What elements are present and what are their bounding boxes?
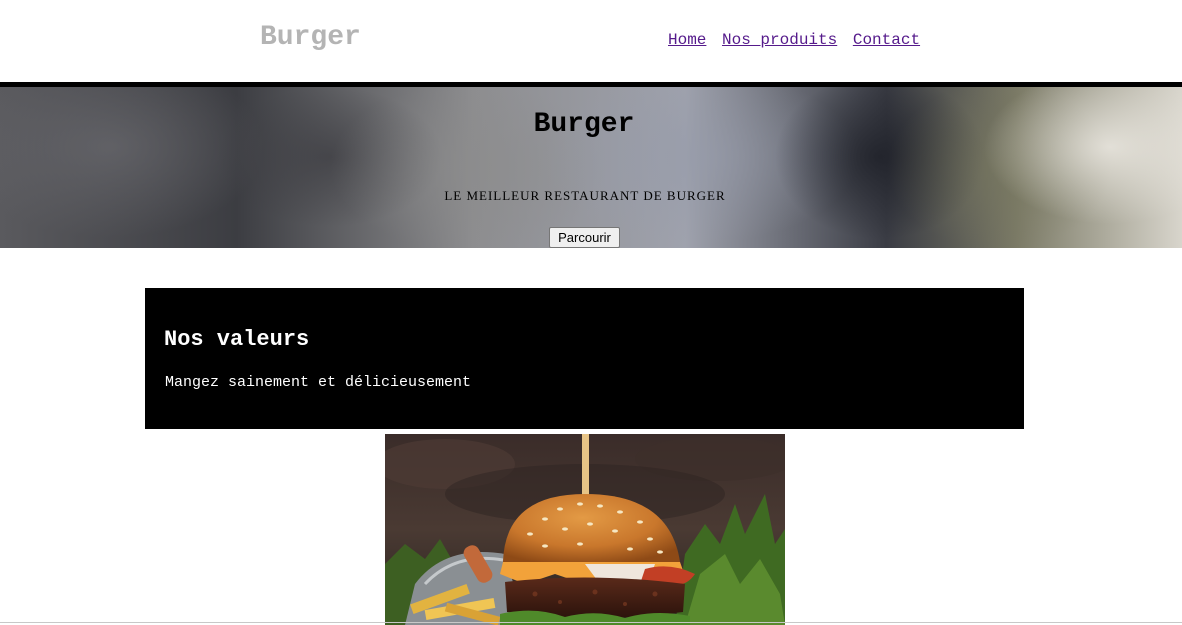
nav-link-nos-produits[interactable]: Nos produits — [722, 31, 837, 49]
values-text: Mangez sainement et délicieusement — [165, 374, 472, 391]
parcourir-button[interactable]: Parcourir — [549, 227, 620, 248]
hero-subtitle: LE MEILLEUR RESTAURANT DE BURGER — [444, 188, 726, 203]
values-title: Nos valeurs — [164, 327, 310, 352]
brand-logo: Burger — [260, 22, 361, 53]
values-section: Nos valeurs Mangez sainement et délicieu… — [145, 288, 1024, 429]
burger-image — [385, 434, 785, 625]
hero-banner: Burger LE MEILLEUR RESTAURANT DE BURGER … — [0, 87, 1182, 248]
nav-link-home[interactable]: Home — [668, 31, 706, 49]
main-nav: Home Nos produits Contact — [668, 31, 926, 49]
bottom-divider — [0, 622, 1182, 623]
hero-title: Burger — [533, 109, 635, 140]
nav-link-contact[interactable]: Contact — [853, 31, 920, 49]
site-header: Burger Home Nos produits Contact — [0, 0, 1182, 82]
